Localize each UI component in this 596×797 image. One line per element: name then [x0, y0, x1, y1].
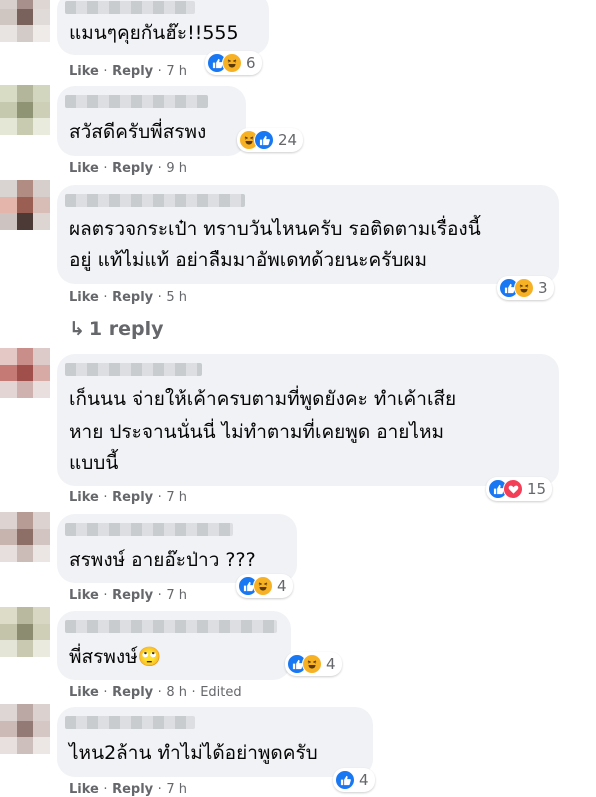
reaction-summary[interactable]: 24: [237, 128, 304, 152]
reply-link[interactable]: Reply: [112, 64, 153, 79]
commenter-avatar[interactable]: [0, 85, 50, 135]
comment-actions: Like · Reply · 5 h: [69, 290, 187, 305]
reply-link[interactable]: Reply: [112, 685, 153, 700]
reaction-summary[interactable]: 4: [333, 768, 375, 792]
reaction-count: 4: [277, 577, 287, 595]
reaction-summary[interactable]: 15: [486, 477, 553, 501]
comment-bubble: สวัสดีครับพี่สรพง: [57, 86, 246, 156]
reaction-count: 24: [278, 131, 298, 149]
comment-text: แมนๆคุยกันฮ๊ะ!!555: [69, 22, 239, 44]
timestamp[interactable]: 5 h: [166, 290, 187, 305]
commenter-name[interactable]: [65, 194, 245, 207]
like-reaction-icon: [254, 130, 274, 150]
like-link[interactable]: Like: [69, 490, 99, 505]
comment-actions: Like · Reply · 7 h: [69, 490, 187, 505]
timestamp[interactable]: 7 h: [166, 490, 187, 505]
comment-bubble: สรพงษ์ อายอ๊ะป่าว ???: [57, 514, 297, 583]
reaction-count: 15: [527, 480, 547, 498]
commenter-avatar[interactable]: [0, 0, 50, 42]
comment-bubble: ผลตรวจกระเป๋า ทราบวันไหนครับ รอติดตามเรื…: [57, 185, 559, 284]
comment-actions: Like · Reply · 7 h: [69, 64, 187, 79]
timestamp[interactable]: 7 h: [166, 588, 187, 603]
comment-bubble: พี่สรพงษ์🙄: [57, 611, 291, 680]
comment-actions: Like · Reply · 8 h · Edited: [69, 685, 242, 700]
reaction-summary[interactable]: 6: [205, 51, 262, 75]
reply-link[interactable]: Reply: [112, 588, 153, 603]
reply-link[interactable]: Reply: [112, 782, 153, 797]
timestamp[interactable]: 7 h: [166, 64, 187, 79]
comment-text: แบบนี้: [69, 452, 119, 474]
haha-reaction-icon: [253, 576, 273, 596]
comment-text: ผลตรวจกระเป๋า ทราบวันไหนครับ รอติดตามเรื…: [69, 218, 481, 240]
commenter-name[interactable]: [65, 716, 195, 729]
timestamp[interactable]: 7 h: [166, 782, 187, 797]
like-link[interactable]: Like: [69, 782, 99, 797]
reaction-count: 4: [326, 655, 336, 673]
comment-bubble: เก็นนน จ่ายให้เค้าครบตามที่พูดยังคะ ทำเค…: [57, 354, 559, 486]
comment-text: เก็นนน จ่ายให้เค้าครบตามที่พูดยังคะ ทำเค…: [69, 388, 457, 410]
reaction-summary[interactable]: 4: [236, 574, 293, 598]
comment-actions: Like · Reply · 7 h: [69, 588, 187, 603]
like-link[interactable]: Like: [69, 161, 99, 176]
commenter-avatar[interactable]: [0, 607, 50, 657]
commenter-avatar[interactable]: [0, 180, 50, 230]
comment-text: อยู่ แท้ไม่แท้ อย่าลืมมาอัพเดทด้วยนะครับ…: [69, 249, 428, 271]
commenter-avatar[interactable]: [0, 348, 50, 398]
comment-text: หาย ประจานนั่นนี่ ไม่ทำตามที่เคยพูด อายไ…: [69, 421, 445, 443]
love-reaction-icon: [503, 479, 523, 499]
commenter-name[interactable]: [65, 620, 277, 633]
reaction-count: 6: [246, 54, 256, 72]
like-link[interactable]: Like: [69, 685, 99, 700]
reaction-count: 4: [359, 771, 369, 789]
commenter-name[interactable]: [65, 523, 233, 536]
like-link[interactable]: Like: [69, 588, 99, 603]
like-link[interactable]: Like: [69, 64, 99, 79]
reply-link[interactable]: Reply: [112, 161, 153, 176]
edited-label: Edited: [200, 685, 242, 700]
commenter-avatar[interactable]: [0, 704, 50, 754]
comment-bubble: ไหน2ล้าน ทำไม่ได้อย่าพูดครับ: [57, 707, 373, 777]
commenter-name[interactable]: [65, 1, 195, 14]
reaction-summary[interactable]: 4: [285, 652, 342, 676]
commenter-name[interactable]: [65, 363, 202, 376]
view-replies-link[interactable]: ↳ 1 reply: [69, 318, 164, 340]
reply-link[interactable]: Reply: [112, 290, 153, 305]
like-link[interactable]: Like: [69, 290, 99, 305]
haha-reaction-icon: [302, 654, 322, 674]
like-reaction-icon: [335, 770, 355, 790]
comment-text: สรพงษ์ อายอ๊ะป่าว ???: [69, 549, 256, 571]
comment-actions: Like · Reply · 9 h: [69, 161, 187, 176]
reply-link[interactable]: Reply: [112, 490, 153, 505]
comment-text: สวัสดีครับพี่สรพง: [69, 121, 207, 143]
commenter-name[interactable]: [65, 95, 208, 108]
reaction-summary[interactable]: 3: [497, 276, 554, 300]
timestamp[interactable]: 9 h: [166, 161, 187, 176]
haha-reaction-icon: [514, 278, 534, 298]
reaction-count: 3: [538, 279, 548, 297]
comment-bubble: แมนๆคุยกันฮ๊ะ!!555: [57, 0, 269, 55]
comment-text: พี่สรพงษ์🙄: [69, 646, 162, 668]
comment-text: ไหน2ล้าน ทำไม่ได้อย่าพูดครับ: [69, 742, 318, 764]
haha-reaction-icon: [222, 53, 242, 73]
commenter-avatar[interactable]: [0, 512, 50, 562]
reply-arrow-icon: ↳: [69, 318, 85, 340]
timestamp[interactable]: 8 h: [166, 685, 187, 700]
comment-actions: Like · Reply · 7 h: [69, 782, 187, 797]
